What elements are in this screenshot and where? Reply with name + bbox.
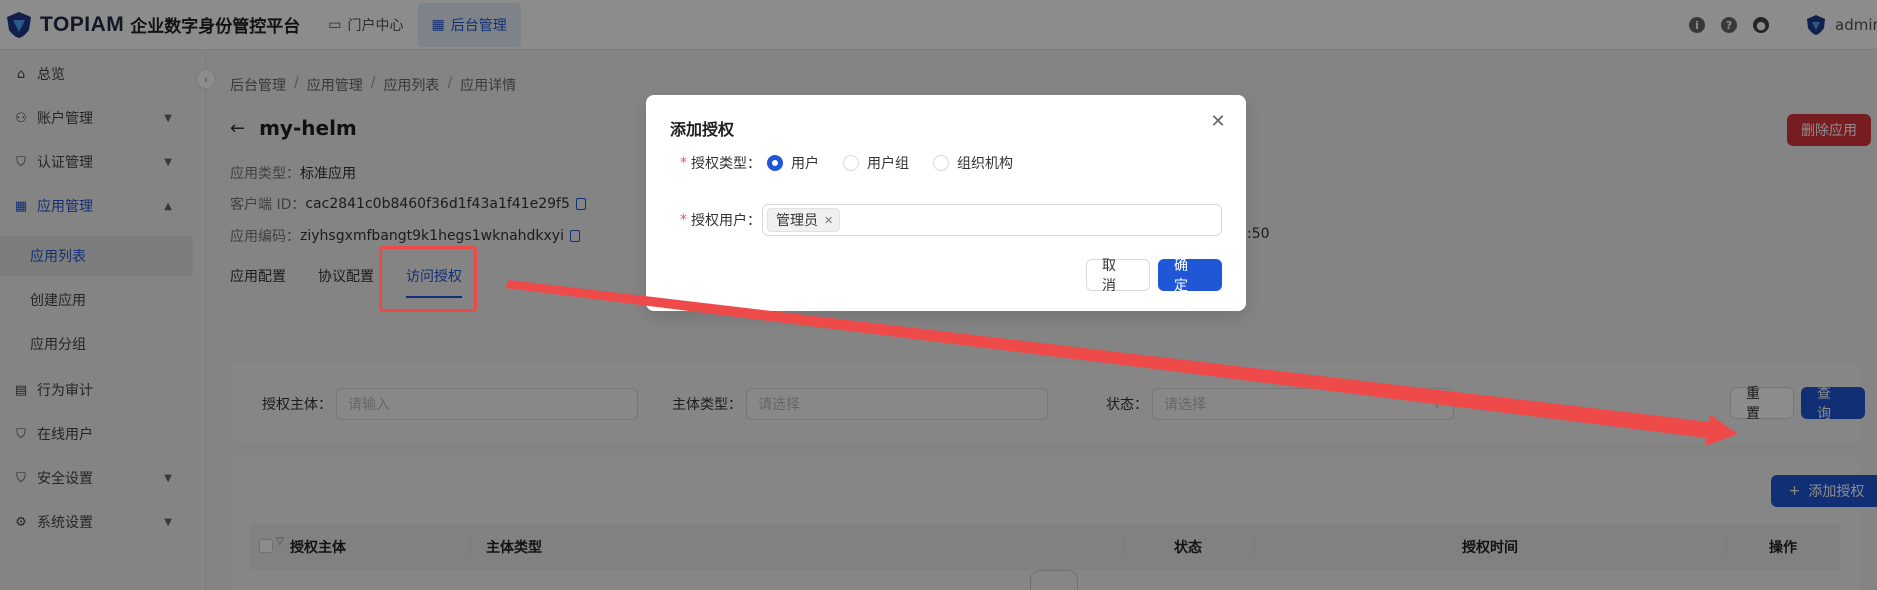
add-auth-modal: 添加授权 ✕ * 授权类型： 用户 用户组 组织机构 * 授权用户： 取 消 确… xyxy=(646,95,1246,311)
form-label: 授权用户： xyxy=(691,213,761,229)
close-icon[interactable]: ✕ xyxy=(1208,111,1228,132)
required-mark: * xyxy=(680,155,687,171)
radio-dot[interactable] xyxy=(767,155,783,171)
radio-label: 用户组 xyxy=(867,156,909,172)
radio-label: 组织机构 xyxy=(957,156,1013,172)
radio-dot[interactable] xyxy=(843,155,859,171)
required-mark: * xyxy=(680,212,687,228)
cancel-button[interactable]: 取 消 xyxy=(1086,258,1150,294)
radio-organization[interactable]: 组织机构 xyxy=(933,153,1013,173)
auth-user-row: * 授权用户： xyxy=(680,210,761,230)
radio-dot[interactable] xyxy=(933,155,949,171)
modal-title: 添加授权 xyxy=(670,120,735,139)
auth-user-select[interactable]: 管理员 ✕ xyxy=(762,204,1222,236)
radio-user-group[interactable]: 用户组 xyxy=(843,153,909,173)
selected-user-tag: 管理员 ✕ xyxy=(767,208,841,232)
radio-user[interactable]: 用户 xyxy=(767,153,819,173)
auth-type-row: * 授权类型： 用户 用户组 组织机构 xyxy=(680,153,1037,173)
radio-label: 用户 xyxy=(791,156,819,172)
annotation-highlight-box xyxy=(379,246,477,312)
tag-label: 管理员 xyxy=(776,213,818,229)
form-label: 授权类型： xyxy=(691,156,761,172)
ok-button[interactable]: 确 定 xyxy=(1158,258,1222,294)
close-icon[interactable]: ✕ xyxy=(824,214,833,227)
